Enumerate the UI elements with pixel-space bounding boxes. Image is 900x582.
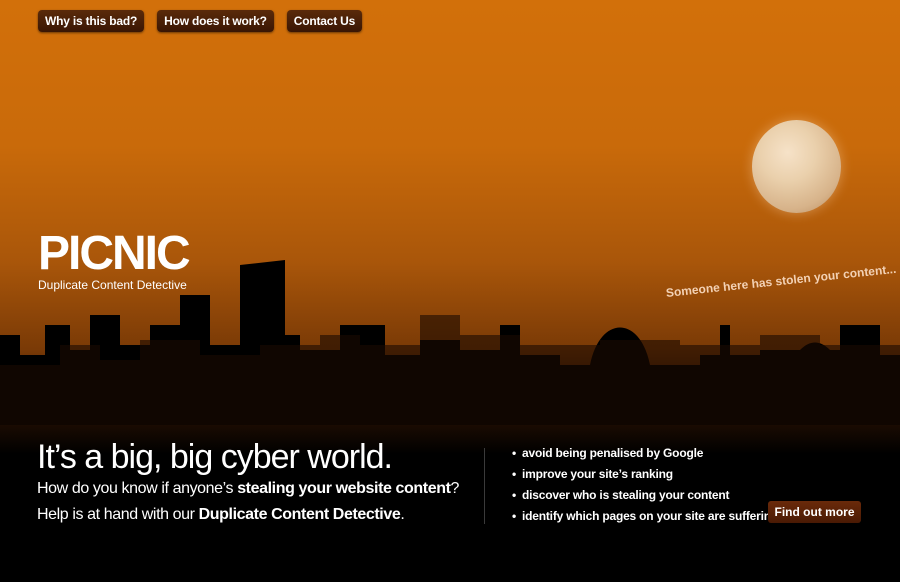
hero-subline-1-text: How do you know if anyone’s (37, 480, 238, 497)
nav-button-how-it-works[interactable]: How does it work? (157, 10, 274, 32)
nav-button-why-bad[interactable]: Why is this bad? (38, 10, 145, 32)
hero-subline-1-emphasis: stealing your website content (237, 480, 451, 497)
hero-subline-2: Help is at hand with our Duplicate Conte… (37, 506, 405, 524)
find-out-more-button[interactable]: Find out more (768, 501, 861, 523)
hero-subline-2-emphasis: Duplicate Content Detective (198, 506, 401, 523)
feature-list: avoid being penalised by Google improve … (512, 444, 778, 528)
feature-item: avoid being penalised by Google (512, 444, 778, 465)
hero-subline-2-end: . (400, 506, 405, 523)
moon-illustration (752, 120, 841, 213)
nav-button-contact[interactable]: Contact Us (286, 10, 363, 32)
top-navigation: Why is this bad? How does it work? Conta… (38, 10, 363, 32)
feature-item: identify which pages on your site are su… (512, 507, 778, 528)
hero-headline: It’s a big, big cyber world. (37, 438, 393, 476)
feature-item: discover who is stealing your content (512, 486, 778, 507)
hero-subline-1: How do you know if anyone’s stealing you… (37, 480, 459, 498)
hero-subline-1-end: ? (450, 480, 460, 497)
content-divider (484, 448, 485, 524)
hero-subline-2-text: Help is at hand with our (37, 506, 199, 523)
feature-item: improve your site’s ranking (512, 465, 778, 486)
